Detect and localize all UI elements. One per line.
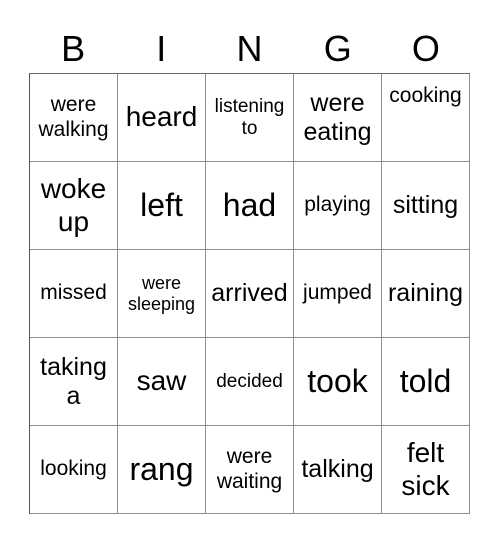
bingo-cell[interactable]: told [382, 338, 470, 426]
bingo-header: B I N G O [29, 28, 470, 70]
header-letter-g: G [323, 28, 352, 69]
header-letter-n: N [236, 28, 263, 69]
bingo-cell[interactable]: were eating [294, 74, 382, 162]
bingo-cell[interactable]: arrived [206, 250, 294, 338]
bingo-cell[interactable]: were walking [30, 74, 118, 162]
header-letter-o: O [411, 28, 440, 69]
bingo-cell[interactable]: rang [118, 426, 206, 514]
bingo-cell[interactable]: talking [294, 426, 382, 514]
bingo-cell[interactable]: left [118, 162, 206, 250]
bingo-cell[interactable]: felt sick [382, 426, 470, 514]
header-letter-i: I [156, 28, 167, 69]
bingo-cell[interactable]: jumped [294, 250, 382, 338]
bingo-cell[interactable]: playing [294, 162, 382, 250]
header-letter-b: B [61, 28, 86, 69]
bingo-cell[interactable]: had [206, 162, 294, 250]
bingo-cell[interactable]: listening to [206, 74, 294, 162]
bingo-cell[interactable]: were waiting [206, 426, 294, 514]
bingo-cell[interactable]: woke up [30, 162, 118, 250]
bingo-cell[interactable]: cooking [382, 74, 470, 162]
bingo-cell[interactable]: sitting [382, 162, 470, 250]
bingo-cell[interactable]: decided [206, 338, 294, 426]
bingo-cell[interactable]: took [294, 338, 382, 426]
bingo-cell[interactable]: saw [118, 338, 206, 426]
bingo-cell[interactable]: were sleeping [118, 250, 206, 338]
bingo-cell[interactable]: heard [118, 74, 206, 162]
bingo-cell[interactable]: looking [30, 426, 118, 514]
bingo-cell[interactable]: raining [382, 250, 470, 338]
bingo-cell[interactable]: missed [30, 250, 118, 338]
bingo-cell[interactable]: taking a [30, 338, 118, 426]
bingo-grid: were walking heard listening to were eat… [29, 73, 470, 514]
